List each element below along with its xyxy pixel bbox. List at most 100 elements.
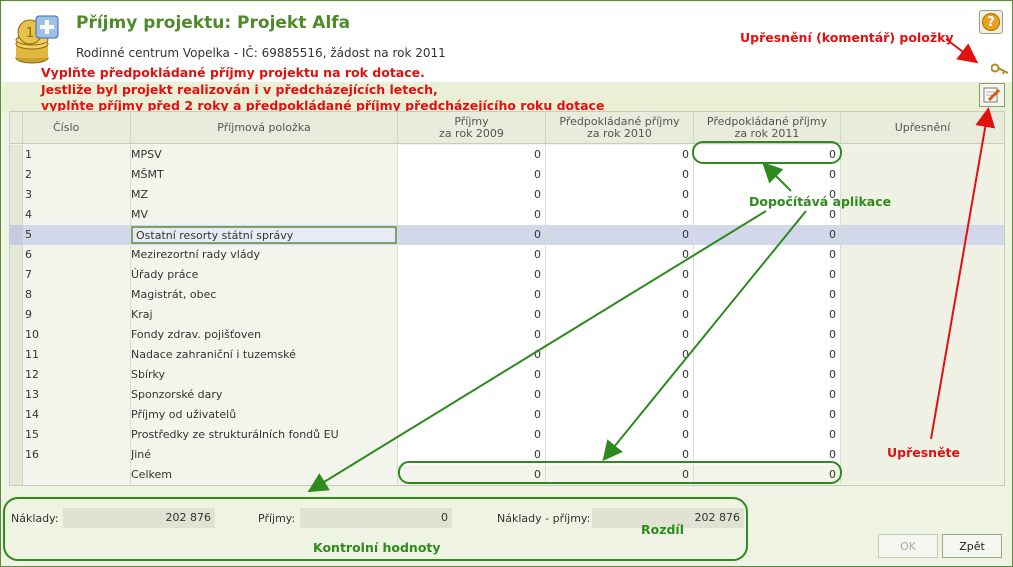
row-indicator[interactable] [10, 345, 23, 365]
table-row[interactable]: 15 Prostředky ze strukturálních fondů EU 0… [10, 425, 1004, 445]
income-2010-cell[interactable]: 0 [546, 325, 694, 345]
column-header-note[interactable]: Upřesnění [841, 112, 1004, 144]
income-2009-cell[interactable]: 0 [398, 245, 546, 265]
row-indicator[interactable] [10, 425, 23, 445]
income-2009-cell[interactable]: 0 [398, 305, 546, 325]
table-row[interactable]: 14 Příjmy od uživatelů 0 0 0 [10, 405, 1004, 425]
row-indicator[interactable] [10, 185, 23, 205]
note-cell[interactable] [841, 225, 1004, 245]
row-item-name[interactable]: Sbírky [131, 365, 398, 385]
income-2010-cell[interactable]: 0 [546, 205, 694, 225]
income-2009-cell[interactable]: 0 [398, 165, 546, 185]
income-2010-cell[interactable]: 0 [546, 245, 694, 265]
row-indicator[interactable] [10, 445, 23, 465]
income-2009-cell[interactable]: 0 [398, 205, 546, 225]
income-2010-cell[interactable]: 0 [546, 425, 694, 445]
row-item-name[interactable]: Nadace zahraniční i tuzemské [131, 345, 398, 365]
row-item-name[interactable]: Fondy zdrav. pojišťoven [131, 325, 398, 345]
table-row[interactable]: 16 Jiné 0 0 0 [10, 445, 1004, 465]
column-header-v3[interactable]: Předpokládané příjmy za rok 2011 [694, 112, 841, 144]
row-indicator[interactable] [10, 245, 23, 265]
row-item-name[interactable]: Prostředky ze strukturálních fondů EU [131, 425, 398, 445]
income-2010-cell[interactable]: 0 [546, 225, 694, 245]
row-item-name[interactable]: MŠMT [131, 165, 398, 185]
row-item-name[interactable]: MPSV [131, 145, 398, 165]
income-2011-cell[interactable]: 0 [694, 265, 841, 285]
income-2009-cell[interactable]: 0 [398, 385, 546, 405]
income-2011-cell[interactable]: 0 [694, 385, 841, 405]
note-cell[interactable] [841, 405, 1004, 425]
row-indicator[interactable] [10, 365, 23, 385]
income-2011-cell[interactable]: 0 [694, 285, 841, 305]
row-indicator[interactable] [10, 405, 23, 425]
row-indicator[interactable] [10, 265, 23, 285]
table-row[interactable]: 7 Úřady práce 0 0 0 [10, 265, 1004, 285]
income-2009-cell[interactable]: 0 [398, 345, 546, 365]
note-cell[interactable] [841, 425, 1004, 445]
row-item-name[interactable]: MZ [131, 185, 398, 205]
row-item-name[interactable]: Ostatní resorty státní správy [131, 225, 398, 245]
income-2009-cell[interactable]: 0 [398, 365, 546, 385]
row-indicator[interactable] [10, 305, 23, 325]
income-2009-cell[interactable]: 0 [398, 445, 546, 465]
row-indicator[interactable] [10, 325, 23, 345]
table-row[interactable]: 5 Ostatní resorty státní správy 0 0 0 [10, 225, 1004, 245]
row-item-name[interactable]: Mezirezortní rady vlády [131, 245, 398, 265]
table-row[interactable]: 6 Mezirezortní rady vlády 0 0 0 [10, 245, 1004, 265]
note-cell[interactable] [841, 245, 1004, 265]
column-header-v2[interactable]: Předpokládané příjmy za rok 2010 [546, 112, 694, 144]
note-cell[interactable] [841, 165, 1004, 185]
income-2011-cell[interactable]: 0 [694, 425, 841, 445]
income-2010-cell[interactable]: 0 [546, 445, 694, 465]
note-cell[interactable] [841, 265, 1004, 285]
note-cell[interactable] [841, 305, 1004, 325]
note-cell[interactable] [841, 345, 1004, 365]
income-2009-cell[interactable]: 0 [398, 265, 546, 285]
income-2011-cell[interactable]: 0 [694, 245, 841, 265]
income-2009-cell[interactable]: 0 [398, 405, 546, 425]
row-indicator[interactable] [10, 225, 23, 245]
table-row[interactable]: 12 Sbírky 0 0 0 [10, 365, 1004, 385]
row-item-name[interactable]: MV [131, 205, 398, 225]
item-name-editor[interactable]: Ostatní resorty státní správy [131, 226, 397, 244]
income-2009-cell[interactable]: 0 [398, 325, 546, 345]
row-item-name[interactable]: Jiné [131, 445, 398, 465]
help-button[interactable]: ? [979, 10, 1003, 34]
row-indicator[interactable] [10, 165, 23, 185]
income-2011-cell[interactable]: 0 [694, 225, 841, 245]
row-item-name[interactable]: Příjmy od uživatelů [131, 405, 398, 425]
income-2010-cell[interactable]: 0 [546, 345, 694, 365]
income-2010-cell[interactable]: 0 [546, 145, 694, 165]
income-2011-cell[interactable]: 0 [694, 325, 841, 345]
note-cell[interactable] [841, 285, 1004, 305]
income-2010-cell[interactable]: 0 [546, 285, 694, 305]
income-2011-cell[interactable]: 0 [694, 145, 841, 165]
income-2009-cell[interactable]: 0 [398, 425, 546, 445]
income-2010-cell[interactable]: 0 [546, 185, 694, 205]
table-row[interactable]: 13 Sponzorské dary 0 0 0 [10, 385, 1004, 405]
row-indicator[interactable] [10, 205, 23, 225]
income-2010-cell[interactable]: 0 [546, 265, 694, 285]
row-item-name[interactable]: Kraj [131, 305, 398, 325]
note-cell[interactable] [841, 325, 1004, 345]
row-indicator[interactable] [10, 385, 23, 405]
table-row[interactable]: 8 Magistrát, obec 0 0 0 [10, 285, 1004, 305]
income-2011-cell[interactable]: 0 [694, 345, 841, 365]
table-row[interactable]: 10 Fondy zdrav. pojišťoven 0 0 0 [10, 325, 1004, 345]
column-header-num[interactable]: Číslo [23, 112, 131, 144]
income-2011-cell[interactable]: 0 [694, 365, 841, 385]
income-2009-cell[interactable]: 0 [398, 225, 546, 245]
table-row[interactable]: 2 MŠMT 0 0 0 [10, 165, 1004, 185]
note-cell[interactable] [841, 365, 1004, 385]
income-2010-cell[interactable]: 0 [546, 165, 694, 185]
income-2010-cell[interactable]: 0 [546, 405, 694, 425]
note-cell[interactable] [841, 385, 1004, 405]
row-item-name[interactable]: Magistrát, obec [131, 285, 398, 305]
edit-note-button[interactable] [979, 83, 1005, 107]
income-2010-cell[interactable]: 0 [546, 365, 694, 385]
income-2009-cell[interactable]: 0 [398, 185, 546, 205]
row-item-name[interactable]: Úřady práce [131, 265, 398, 285]
row-indicator[interactable] [10, 145, 23, 165]
note-cell[interactable] [841, 145, 1004, 165]
income-2011-cell[interactable]: 0 [694, 165, 841, 185]
